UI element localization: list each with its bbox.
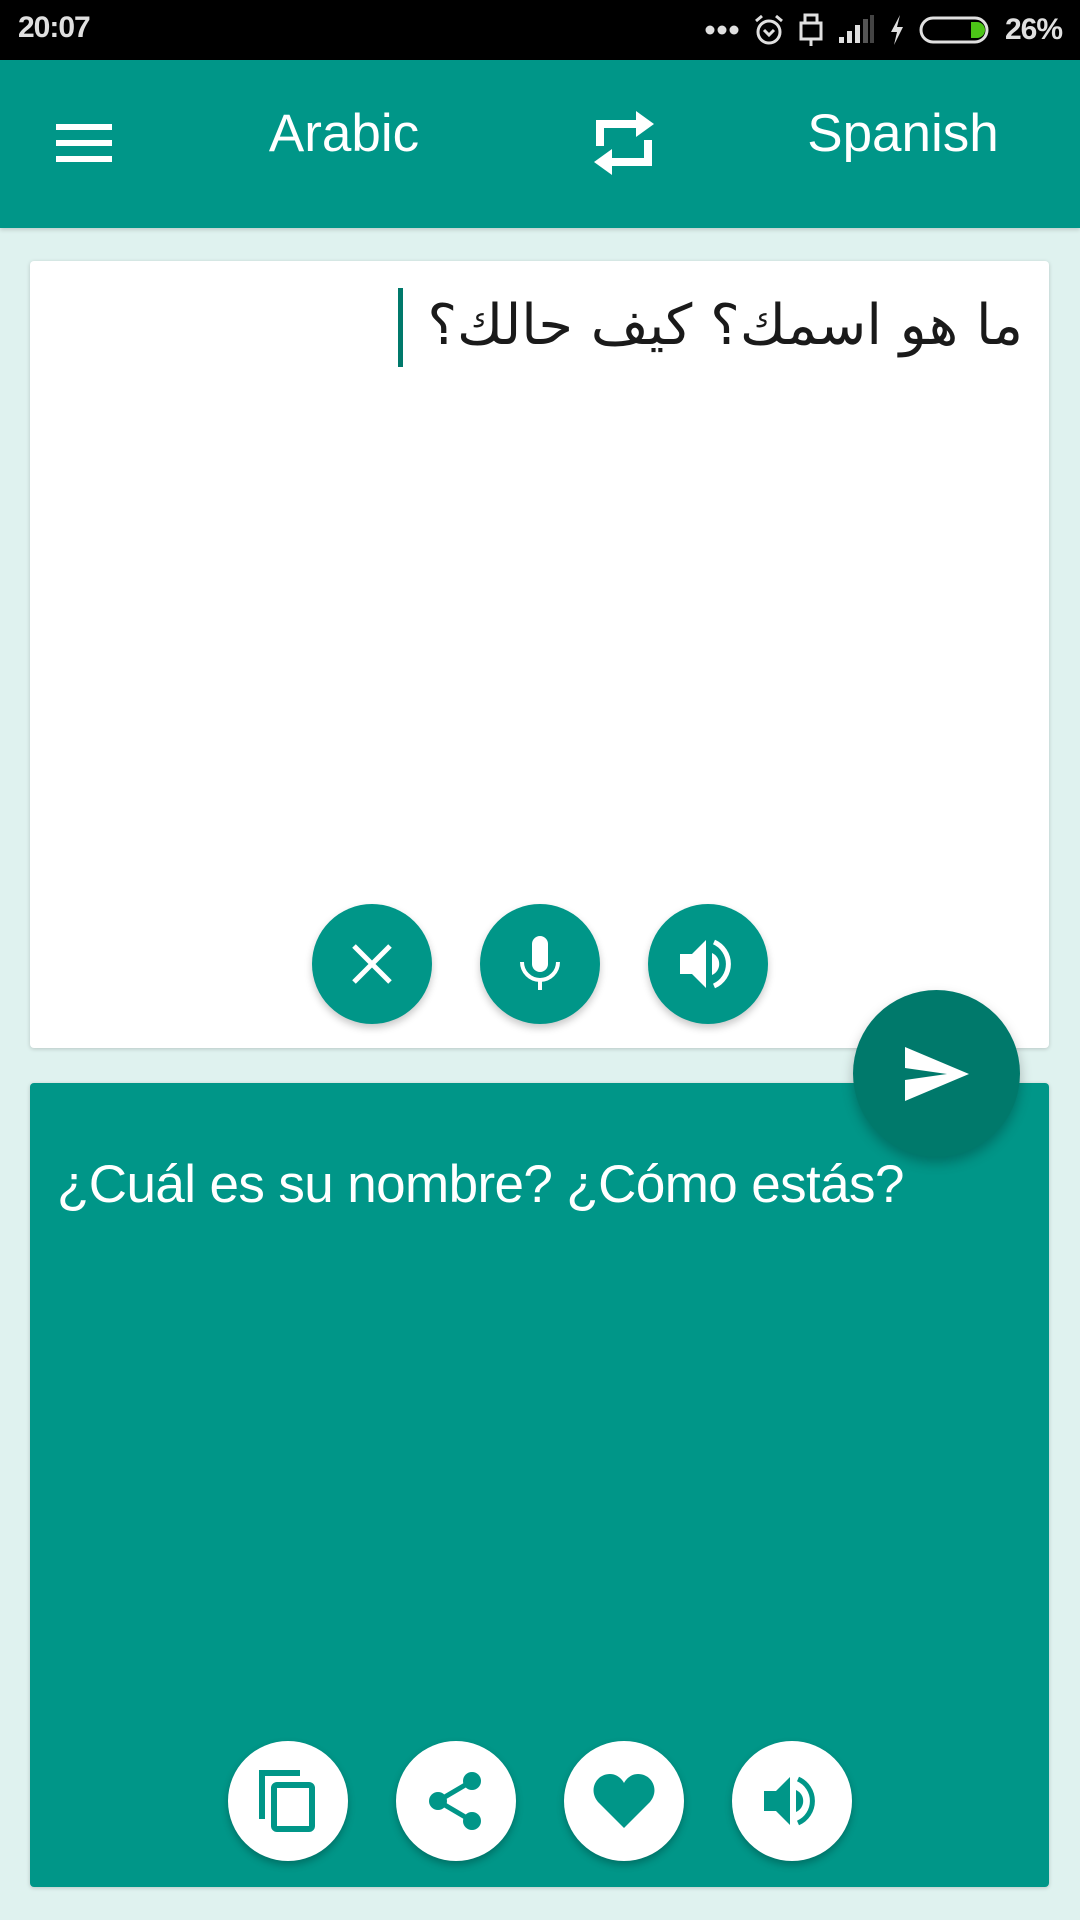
swap-languages-button[interactable] [584,100,664,186]
speak-source-button[interactable] [648,904,768,1024]
heart-icon [593,1774,655,1828]
voice-input-button[interactable] [480,904,600,1024]
alarm-icon [753,13,785,47]
copy-icon [259,1770,315,1832]
speak-translation-button[interactable] [732,1741,852,1861]
clear-button[interactable] [312,904,432,1024]
translation-text: ¿Cuál es su nombre? ¿Cómo estás? [57,1155,904,1214]
usb-icon [799,13,823,47]
battery-icon [919,15,991,45]
input-card: ما هو اسمك؟ كيف حالك؟ [30,261,1049,1048]
microphone-icon [520,936,560,990]
status-time: 20:07 [18,11,91,44]
share-icon [429,1772,481,1830]
speaker-icon [680,939,731,989]
swap-languages-icon [594,111,654,175]
share-button[interactable] [396,1741,516,1861]
speaker-icon [764,1776,815,1826]
source-text-input[interactable]: ما هو اسمك؟ كيف حالك؟ [83,283,1023,369]
status-icons: 26% [705,0,1063,60]
target-language-selector[interactable]: Spanish [753,104,1053,164]
send-icon [904,1046,969,1101]
app-bar: Arabic Spanish [0,60,1080,228]
close-icon [352,944,392,984]
output-card: ¿Cuál es su nombre? ¿Cómo estás? [30,1083,1049,1887]
status-bar: 20:07 26% [0,0,1080,60]
menu-button[interactable] [40,86,128,174]
more-dots-icon [705,24,739,36]
copy-button[interactable] [228,1741,348,1861]
translate-button[interactable] [853,990,1020,1157]
favorite-button[interactable] [564,1741,684,1861]
battery-percent: 26% [1004,13,1063,46]
text-cursor [398,288,403,367]
charging-bolt-icon [889,15,905,45]
source-language-selector[interactable]: Arabic [194,104,494,164]
signal-icon [837,15,875,45]
